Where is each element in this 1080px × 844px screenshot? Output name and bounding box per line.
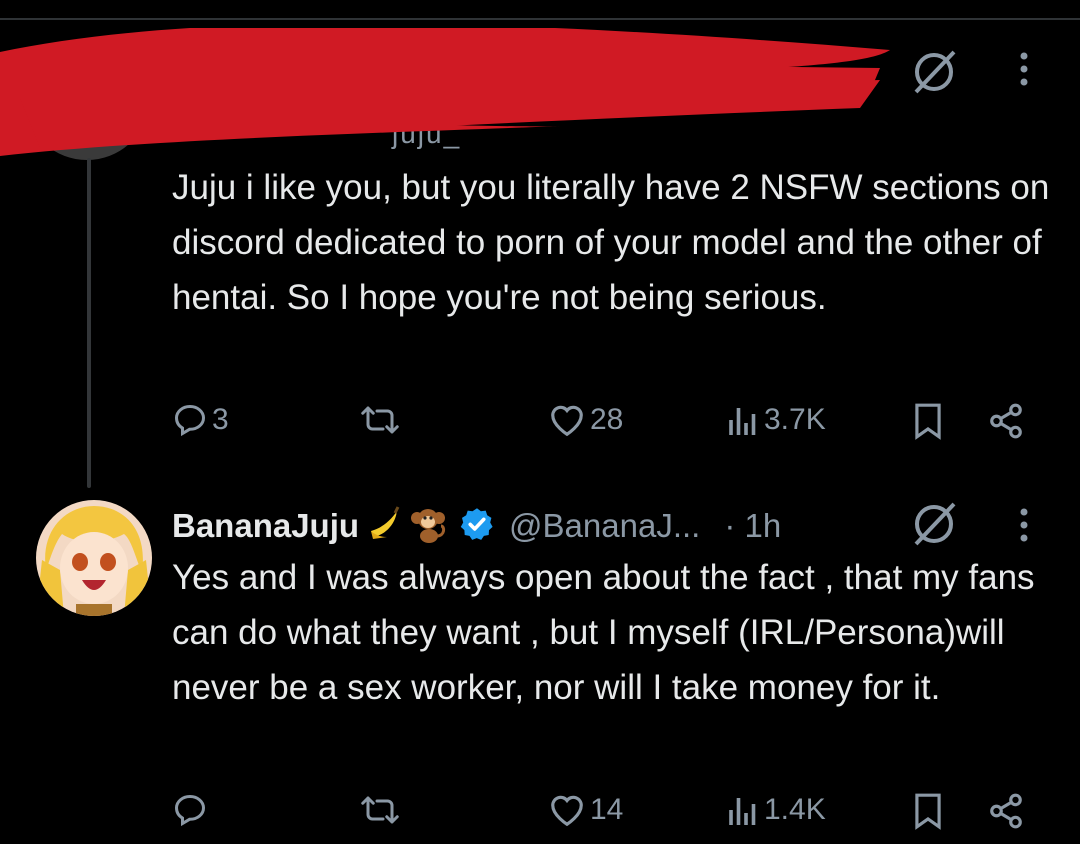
- share-icon: [990, 793, 1022, 829]
- views-count: 1.4K: [764, 793, 826, 826]
- tweet-header: BananaJuju @BananaJ... · 1h: [172, 498, 781, 554]
- views-button[interactable]: 3.7K: [726, 402, 826, 438]
- retweet-button[interactable]: [360, 402, 400, 438]
- avatar[interactable]: [36, 500, 152, 616]
- reply-icon: [174, 794, 206, 827]
- share-icon: [990, 403, 1022, 439]
- grok-icon[interactable]: [908, 498, 960, 555]
- display-name[interactable]: BananaJuju: [172, 507, 359, 545]
- grok-icon[interactable]: [908, 46, 960, 103]
- more-icon[interactable]: [1014, 50, 1034, 95]
- like-icon: [551, 405, 583, 437]
- views-icon: [729, 798, 756, 825]
- views-button[interactable]: 1.4K: [726, 792, 826, 828]
- like-count: 28: [590, 403, 624, 436]
- like-button[interactable]: 14: [548, 792, 623, 828]
- bookmark-button[interactable]: [912, 402, 944, 440]
- reply-button[interactable]: 3: [172, 402, 229, 438]
- share-button[interactable]: [986, 402, 1026, 440]
- timestamp[interactable]: · 1h: [724, 507, 781, 545]
- bookmark-button[interactable]: [912, 792, 944, 830]
- divider: [0, 18, 1080, 20]
- more-icon[interactable]: [1014, 506, 1034, 551]
- tweet-text: Juju i like you, but you literally have …: [172, 168, 1050, 317]
- retweet-icon: [361, 406, 399, 434]
- main-tweet-actions: 14 1.4K: [0, 792, 1080, 842]
- tweet-text: Yes and I was always open about the fact…: [172, 558, 1035, 707]
- reply-tweet-actions: 3 28 3.7K: [0, 402, 1080, 452]
- handle[interactable]: @BananaJ...: [509, 507, 700, 545]
- share-button[interactable]: [986, 792, 1026, 830]
- like-icon: [551, 795, 583, 827]
- reply-button[interactable]: [172, 792, 208, 828]
- like-count: 14: [590, 793, 624, 826]
- redaction-scribble: [0, 28, 890, 156]
- verified-icon[interactable]: [459, 506, 495, 547]
- views-icon: [729, 408, 756, 435]
- bookmark-icon: [915, 793, 941, 830]
- monkey-icon: [409, 504, 449, 549]
- reply-icon: [174, 404, 206, 437]
- views-count: 3.7K: [764, 403, 826, 436]
- banana-icon: [367, 505, 401, 548]
- retweet-icon: [361, 796, 399, 824]
- like-button[interactable]: 28: [548, 402, 623, 438]
- retweet-button[interactable]: [360, 792, 400, 828]
- reply-count: 3: [212, 403, 229, 436]
- bookmark-icon: [915, 403, 941, 440]
